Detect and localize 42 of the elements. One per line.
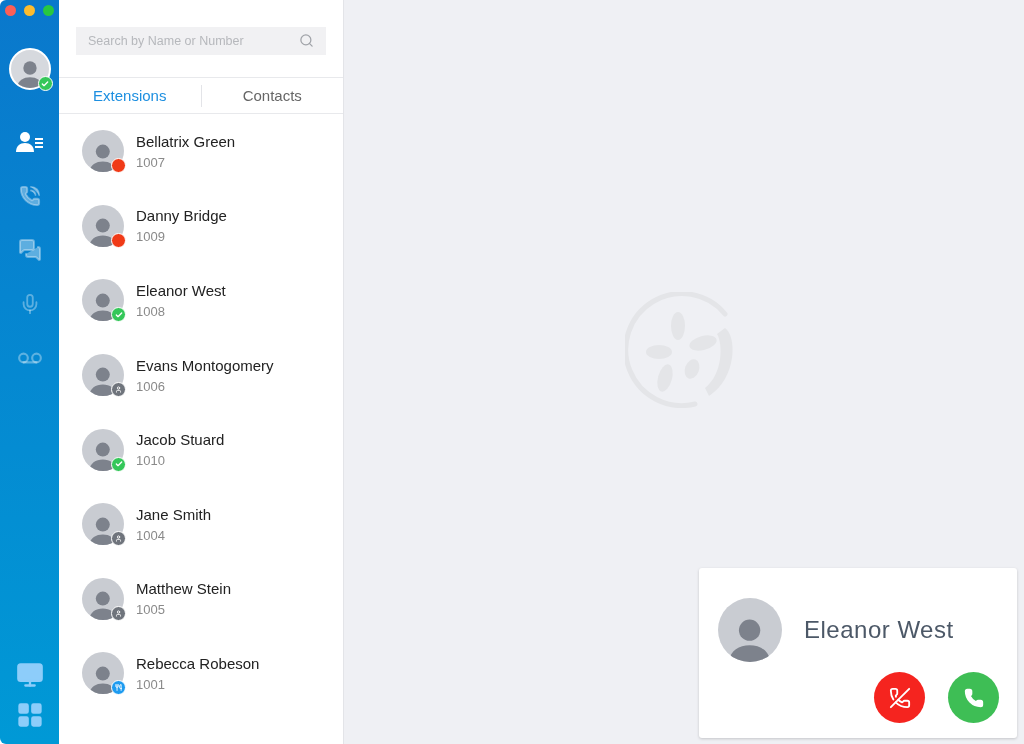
extension-number: 1004 [136, 527, 166, 543]
close-window-button[interactable] [5, 5, 16, 16]
extension-number: 1007 [136, 154, 166, 170]
monitor-icon [15, 661, 44, 689]
phone-icon [18, 185, 41, 207]
apps-grid-icon [15, 701, 44, 729]
maximize-window-button[interactable] [43, 5, 54, 16]
tab[interactable]: Extensions [59, 84, 201, 107]
tab[interactable]: Contacts [200, 84, 343, 107]
contact-avatar [82, 354, 124, 397]
contact-name[interactable]: Matthew Stein [136, 580, 232, 598]
contact-name[interactable]: Eleanor West [136, 282, 226, 299]
answer-call-button[interactable] [948, 672, 999, 723]
contact-avatar [82, 428, 124, 471]
contact-name[interactable]: Jane Smith [136, 505, 212, 523]
caller-name: Eleanor West [804, 616, 954, 644]
contact-name[interactable]: Bellatrix Green [136, 132, 236, 150]
phone-icon [963, 687, 984, 708]
contact-avatar [82, 652, 124, 695]
contact-name[interactable]: Jacob Stuard [136, 431, 225, 449]
contact-avatar [82, 577, 124, 620]
contact-avatar [82, 503, 124, 546]
search-field[interactable]: Search by Name or Number [76, 27, 326, 55]
contact-name[interactable]: Evans Montogomery [136, 356, 274, 374]
contact-avatar [82, 130, 124, 173]
contact-avatar [82, 204, 124, 247]
search-icon [299, 33, 314, 48]
user-avatar[interactable] [8, 48, 51, 90]
hang-up-icon [888, 686, 911, 709]
extension-number: 1009 [136, 229, 166, 245]
extension-number: 1008 [136, 304, 166, 319]
contacts-icon [15, 131, 44, 153]
extension-number: 1010 [136, 453, 166, 469]
contact-name[interactable]: Rebecca Robeson [136, 654, 260, 672]
extension-number: 1006 [136, 378, 166, 394]
contact-name[interactable]: Danny Bridge [136, 207, 227, 225]
extension-number: 1005 [136, 602, 166, 618]
decline-call-button[interactable] [874, 672, 925, 723]
contact-avatar [82, 279, 124, 322]
minimize-window-button[interactable] [24, 5, 35, 16]
extension-number: 1001 [136, 676, 166, 692]
chat-bubbles-icon [17, 238, 42, 262]
